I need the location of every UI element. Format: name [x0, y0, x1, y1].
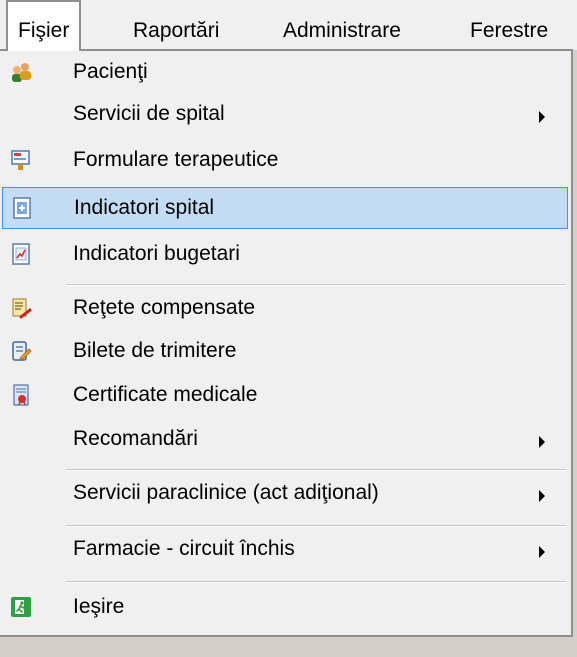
referrals-icon	[10, 340, 32, 362]
menu-item-label: Indicatori bugetari	[73, 242, 240, 265]
menu-item-label: Certificate medicale	[73, 383, 258, 406]
menu-item-pacienti[interactable]: Pacienţi	[0, 51, 571, 93]
therapeutic-forms-icon	[10, 149, 32, 171]
menu-item-label: Ieşire	[73, 595, 125, 618]
menu-item-label: Reţete compensate	[73, 296, 256, 319]
menu-separator	[66, 525, 566, 527]
menu-item-label: Recomandări	[73, 427, 198, 450]
menu-separator	[66, 284, 566, 286]
budget-indicators-icon	[10, 243, 32, 265]
exit-icon	[10, 596, 32, 618]
medical-certificates-icon	[10, 384, 32, 406]
menu-item-label: Servicii paraclinice (act adiţional)	[73, 481, 379, 504]
menu-item-label: Farmacie - circuit închis	[73, 537, 295, 560]
menu-item-certificate-medicale[interactable]: Certificate medicale	[0, 374, 571, 416]
menu-fisier[interactable]: Fişier	[6, 0, 82, 51]
menu-item-bilete-trimitere[interactable]: Bilete de trimitere	[0, 330, 571, 372]
menu-raportari[interactable]: Raportări	[123, 0, 229, 50]
menu-item-servicii-paraclinice[interactable]: Servicii paraclinice (act adiţional)	[0, 472, 571, 514]
menu-item-indicatori-spital[interactable]: Indicatori spital	[2, 187, 568, 229]
menu-item-farmacie[interactable]: Farmacie - circuit închis	[0, 528, 571, 570]
submenu-arrow-icon	[539, 111, 545, 123]
menu-item-label: Pacienţi	[73, 60, 148, 83]
menu-item-label: Indicatori spital	[74, 196, 215, 219]
menu-separator	[66, 581, 566, 583]
menu-item-label: Servicii de spital	[73, 102, 225, 125]
menu-bar: Fişier Raportări Administrare Ferestre	[0, 0, 577, 51]
menu-item-label: Bilete de trimitere	[73, 339, 237, 362]
menu-item-indicatori-bugetari[interactable]: Indicatori bugetari	[0, 233, 571, 275]
window-background	[0, 637, 577, 657]
prescriptions-icon	[10, 297, 32, 319]
menu-item-retete-compensate[interactable]: Reţete compensate	[0, 287, 571, 329]
menu-separator	[66, 469, 566, 471]
hospital-indicators-icon	[11, 197, 33, 219]
menu-item-label: Formulare terapeutice	[73, 148, 279, 171]
submenu-arrow-icon	[539, 436, 545, 448]
patients-icon	[10, 61, 32, 83]
menu-item-servicii-spital[interactable]: Servicii de spital	[0, 93, 571, 135]
menu-item-recomandari[interactable]: Recomandări	[0, 418, 571, 460]
menu-administrare[interactable]: Administrare	[273, 0, 411, 50]
submenu-arrow-icon	[539, 546, 545, 558]
submenu-arrow-icon	[539, 490, 545, 502]
menu-ferestre[interactable]: Ferestre	[460, 0, 558, 50]
menu-item-formulare-terapeutice[interactable]: Formulare terapeutice	[0, 139, 571, 181]
menu-item-iesire[interactable]: Ieşire	[0, 586, 571, 628]
file-dropdown-menu: Pacienţi Servicii de spital Formulare te…	[0, 49, 573, 637]
